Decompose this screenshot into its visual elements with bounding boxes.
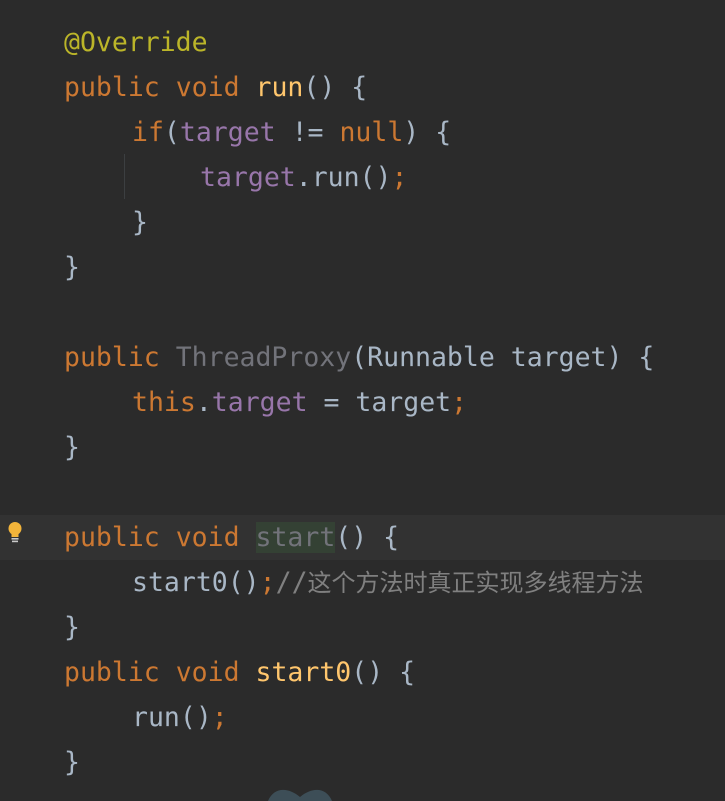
code-line[interactable]: }: [0, 425, 725, 470]
keyword-token: if: [132, 117, 164, 148]
semicolon-token: ;: [211, 702, 228, 733]
punctuation-token: .: [195, 387, 212, 418]
code-line[interactable]: if(target != null) {: [0, 110, 725, 155]
punctuation-token: () {: [335, 522, 400, 553]
method-call-token: run(): [132, 702, 212, 733]
annotation-token: @Override: [64, 27, 208, 58]
code-line[interactable]: @Override: [0, 20, 725, 65]
keyword-token: this: [132, 387, 196, 418]
punctuation-token: (: [163, 117, 180, 148]
method-name: run: [255, 72, 304, 103]
code-line[interactable]: }: [0, 245, 725, 290]
field-token: target: [179, 117, 276, 148]
brace-token: }: [64, 747, 80, 778]
keyword-token: void: [175, 72, 240, 103]
code-line[interactable]: public void run() {: [0, 65, 725, 110]
method-call-token: start0(): [132, 567, 260, 598]
field-token: target: [211, 387, 308, 418]
method-name: start0: [255, 657, 352, 688]
code-line[interactable]: run();: [0, 695, 725, 740]
semicolon-token: ;: [391, 162, 408, 193]
punctuation-token: () {: [303, 72, 368, 103]
keyword-token: public: [64, 657, 160, 688]
current-code-line[interactable]: public void start() {: [0, 515, 725, 560]
keyword-token: public: [64, 342, 160, 373]
brace-token: }: [64, 252, 80, 283]
keyword-token: void: [175, 522, 240, 553]
comment-marker: //: [275, 567, 308, 598]
overlay-logo-icon: [268, 789, 332, 801]
semicolon-token: ;: [259, 567, 276, 598]
assignment-token: = target: [307, 387, 452, 418]
brace-token: }: [64, 612, 80, 643]
code-line[interactable]: }: [0, 740, 725, 785]
method-call-token: .run(): [295, 162, 392, 193]
comment-text: 这个方法时真正实现多线程方法: [307, 569, 644, 597]
keyword-token: void: [175, 657, 240, 688]
code-line[interactable]: this.target = target;: [0, 380, 725, 425]
punctuation-token: () {: [351, 657, 416, 688]
keyword-token: public: [64, 522, 160, 553]
constructor-name: ThreadProxy: [175, 342, 352, 373]
code-editor[interactable]: @Override public void run() { if(target …: [0, 0, 725, 801]
keyword-token: null: [339, 117, 404, 148]
keyword-token: public: [64, 72, 160, 103]
field-token: target: [200, 162, 296, 193]
brace-token: }: [132, 207, 148, 238]
operator-token: !=: [275, 117, 340, 148]
brace-token: }: [64, 432, 80, 463]
method-name-highlighted: start: [255, 522, 336, 553]
code-line[interactable]: }: [0, 200, 725, 245]
punctuation-token: ) {: [403, 117, 452, 148]
code-line[interactable]: public ThreadProxy(Runnable target) {: [0, 335, 725, 380]
parameter-list: (Runnable target) {: [351, 342, 655, 373]
semicolon-token: ;: [451, 387, 468, 418]
lightbulb-icon[interactable]: [7, 521, 23, 543]
code-line[interactable]: public void start0() {: [0, 650, 725, 695]
code-line[interactable]: start0();//这个方法时真正实现多线程方法: [0, 560, 725, 605]
code-line[interactable]: }: [0, 605, 725, 650]
code-line[interactable]: target.run();: [0, 155, 725, 200]
